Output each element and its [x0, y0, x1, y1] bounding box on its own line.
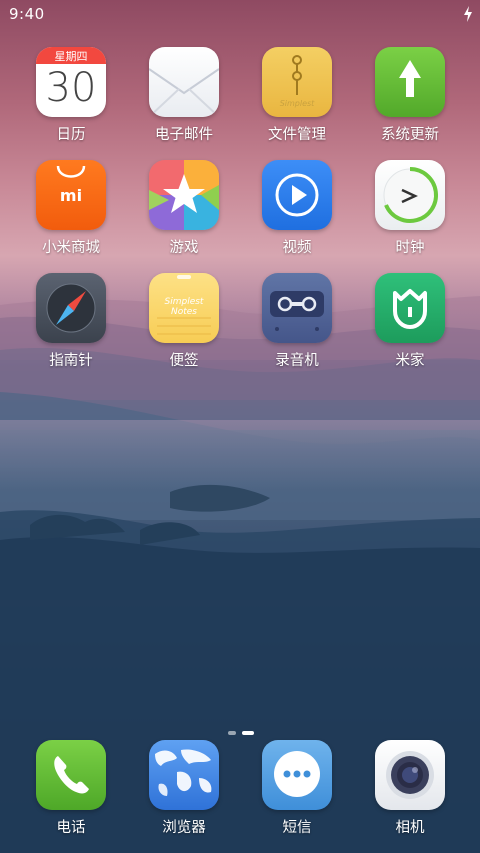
file-manager-folder-icon: Simplest	[262, 47, 332, 117]
browser-globe-icon	[149, 740, 219, 810]
app-label: 浏览器	[162, 820, 206, 836]
notes-icon: Simplest Notes	[149, 273, 219, 343]
app-recorder[interactable]: 录音机	[242, 273, 352, 383]
calendar-day: 30	[45, 65, 97, 111]
app-system-update[interactable]: 系统更新	[355, 47, 465, 157]
app-games[interactable]: 游戏	[129, 160, 239, 270]
phone-icon	[36, 740, 106, 810]
calendar-weekday: 星期四	[54, 50, 88, 63]
calendar-icon: 星期四 30	[36, 47, 106, 117]
app-label: 录音机	[275, 353, 319, 369]
status-bar: 9:40	[0, 0, 480, 28]
status-time: 9:40	[9, 5, 45, 23]
camera-icon	[375, 740, 445, 810]
mi-logo: mi	[59, 186, 83, 205]
app-label: 指南针	[49, 353, 93, 369]
app-notes[interactable]: Simplest Notes 便签	[129, 273, 239, 383]
app-mijia[interactable]: 米家	[355, 273, 465, 383]
app-label: 文件管理	[268, 127, 326, 143]
app-label: 相机	[395, 820, 425, 836]
system-update-arrow-icon	[375, 47, 445, 117]
app-label: 米家	[395, 353, 425, 369]
app-video[interactable]: 视频	[242, 160, 352, 270]
folder-caption: Simplest	[279, 99, 315, 108]
app-label: 系统更新	[381, 127, 439, 143]
dock-app-camera[interactable]: 相机	[355, 740, 465, 850]
app-email[interactable]: 电子邮件	[129, 47, 239, 157]
compass-icon	[36, 273, 106, 343]
email-envelope-icon	[149, 47, 219, 117]
recorder-cassette-icon	[262, 273, 332, 343]
app-label: 电话	[56, 820, 86, 836]
app-mi-store[interactable]: mi 小米商城	[16, 160, 126, 270]
app-file-manager[interactable]: Simplest 文件管理	[242, 47, 352, 157]
dock-app-phone[interactable]: 电话	[16, 740, 126, 850]
app-label: 便签	[169, 353, 199, 369]
page-dot-2[interactable]	[242, 731, 254, 735]
app-label: 小米商城	[42, 240, 100, 256]
app-label: 短信	[282, 820, 312, 836]
mi-store-bag-icon: mi	[36, 160, 106, 230]
app-label: 视频	[282, 240, 312, 256]
notes-caption: Simplest Notes	[164, 297, 204, 317]
clock-icon	[375, 160, 445, 230]
dock-app-browser[interactable]: 浏览器	[129, 740, 239, 850]
app-label: 时钟	[395, 240, 425, 256]
app-label: 游戏	[169, 240, 199, 256]
page-indicator[interactable]	[226, 730, 256, 738]
app-clock[interactable]: 时钟	[355, 160, 465, 270]
messages-bubble-icon	[262, 740, 332, 810]
battery-charging-icon	[464, 6, 472, 22]
dock-app-messages[interactable]: 短信	[242, 740, 352, 850]
mijia-home-icon	[375, 273, 445, 343]
app-calendar[interactable]: 星期四 30 日历	[16, 47, 126, 157]
app-compass[interactable]: 指南针	[16, 273, 126, 383]
app-label: 电子邮件	[155, 127, 213, 143]
page-dot-1[interactable]	[228, 731, 236, 735]
app-label: 日历	[56, 127, 86, 143]
video-play-icon	[262, 160, 332, 230]
games-star-icon	[149, 160, 219, 230]
